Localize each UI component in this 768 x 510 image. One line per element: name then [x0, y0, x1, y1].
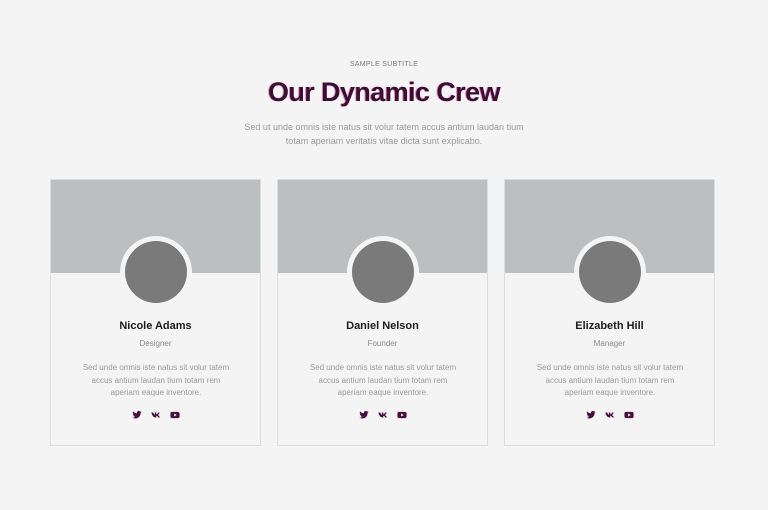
team-card: Daniel Nelson Founder Sed unde omnis ist…	[277, 179, 488, 446]
member-bio-line: Sed unde omnis iste natus sit volur tate…	[82, 363, 230, 372]
avatar-frame	[573, 236, 646, 308]
section-description-line: Sed ut unde omnis iste natus sit volur t…	[244, 122, 524, 132]
section-title: Our Dynamic Crew	[268, 77, 501, 107]
member-bio: Sed unde omnis iste natus sit volur tate…	[531, 362, 689, 400]
member-name: Elizabeth Hill	[575, 320, 644, 332]
youtube-icon[interactable]	[623, 410, 634, 420]
vk-icon[interactable]	[604, 410, 615, 420]
section-subtitle: SAMPLE SUBTITLE	[349, 61, 419, 68]
avatar-frame	[346, 236, 419, 308]
social-links	[505, 410, 714, 420]
avatar	[124, 241, 187, 303]
member-bio-line: accus antium laudan tium totam rem	[91, 375, 221, 385]
team-section: SAMPLE SUBTITLE Our Dynamic Crew Sed ut …	[0, 0, 768, 510]
member-bio-line: Sed unde omnis iste natus sit volur tate…	[536, 363, 684, 372]
member-bio-line: aperiam eaque inventore.	[564, 388, 656, 397]
member-bio-line: accus antium laudan tium totam rem	[545, 375, 675, 385]
member-bio-line: aperiam eaque inventore.	[110, 388, 202, 397]
avatar-frame	[119, 236, 192, 308]
twitter-icon[interactable]	[358, 410, 369, 420]
twitter-icon[interactable]	[131, 410, 142, 420]
member-name: Nicole Adams	[119, 320, 192, 332]
social-links	[51, 410, 260, 420]
twitter-icon[interactable]	[585, 410, 596, 420]
member-bio: Sed unde omnis iste natus sit volur tate…	[304, 362, 462, 400]
social-links	[278, 410, 487, 420]
team-card: Elizabeth Hill Manager Sed unde omnis is…	[504, 179, 715, 446]
member-role: Founder	[367, 339, 398, 348]
member-bio-line: Sed unde omnis iste natus sit volur tate…	[309, 363, 457, 372]
avatar	[351, 241, 414, 303]
vk-icon[interactable]	[377, 410, 388, 420]
avatar	[578, 241, 641, 303]
section-description: Sed ut unde omnis iste natus sit volur t…	[224, 120, 544, 148]
team-card: Nicole Adams Designer Sed unde omnis ist…	[50, 179, 261, 446]
team-cards: Nicole Adams Designer Sed unde omnis ist…	[50, 179, 715, 446]
member-role: Manager	[593, 339, 626, 348]
youtube-icon[interactable]	[169, 410, 180, 420]
member-bio: Sed unde omnis iste natus sit volur tate…	[77, 362, 235, 400]
youtube-icon[interactable]	[396, 410, 407, 420]
member-bio-line: accus antium laudan tium totam rem	[318, 375, 448, 385]
member-name: Daniel Nelson	[346, 320, 419, 332]
member-bio-line: aperiam eaque inventore.	[337, 388, 429, 397]
member-role: Designer	[139, 339, 172, 348]
vk-icon[interactable]	[150, 410, 161, 420]
section-description-line: totam aperiam veritatis vitae dicta sunt…	[285, 136, 483, 146]
